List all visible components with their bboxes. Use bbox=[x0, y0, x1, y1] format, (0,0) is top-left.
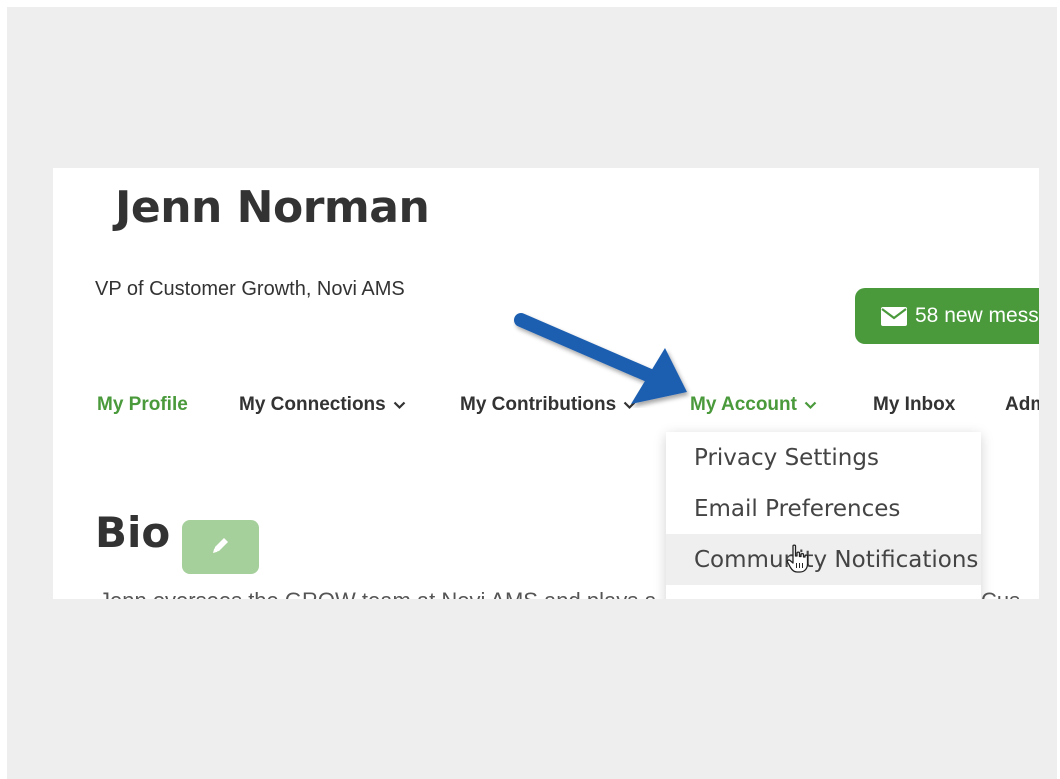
account-dropdown-menu: Privacy Settings Email Preferences Commu… bbox=[666, 432, 981, 599]
menu-item-privacy-settings[interactable]: Privacy Settings bbox=[666, 432, 981, 483]
slide-background: Jenn Norman VP of Customer Growth, Novi … bbox=[7, 7, 1057, 779]
profile-subtitle: VP of Customer Growth, Novi AMS bbox=[95, 278, 405, 300]
nav-my-inbox-label: My Inbox bbox=[873, 394, 956, 415]
nav-my-connections-label: My Connections bbox=[239, 394, 386, 415]
new-messages-button[interactable]: 58 new messages bbox=[855, 288, 1039, 344]
edit-bio-button[interactable] bbox=[182, 520, 259, 574]
chevron-down-icon bbox=[804, 401, 817, 410]
nav-my-profile-label: My Profile bbox=[97, 394, 188, 415]
annotation-arrow bbox=[514, 313, 687, 404]
nav-my-inbox[interactable]: My Inbox bbox=[873, 394, 955, 416]
profile-panel: Jenn Norman VP of Customer Growth, Novi … bbox=[53, 168, 1039, 599]
hand-pointer-icon bbox=[786, 544, 809, 573]
nav-my-connections[interactable]: My Connections bbox=[239, 394, 406, 416]
menu-item-community-notifications[interactable]: Community Notifications bbox=[666, 534, 981, 585]
bio-heading: Bio bbox=[95, 508, 171, 557]
menu-item-label: Privacy Settings bbox=[694, 444, 879, 471]
menu-item-email-preferences[interactable]: Email Preferences bbox=[666, 483, 981, 534]
bio-text: Jenn oversees the GROW team at Novi AMS … bbox=[99, 588, 657, 599]
nav-my-account[interactable]: My Account bbox=[690, 394, 817, 416]
nav-my-account-label: My Account bbox=[690, 394, 797, 415]
nav-my-profile[interactable]: My Profile bbox=[97, 394, 188, 416]
menu-item-hidden[interactable] bbox=[666, 585, 981, 599]
menu-item-label: Email Preferences bbox=[694, 495, 901, 522]
new-messages-label: 58 new messages bbox=[915, 304, 1039, 327]
nav-admin[interactable]: Admin bbox=[1005, 394, 1039, 416]
pencil-icon bbox=[210, 534, 232, 561]
profile-name: Jenn Norman bbox=[115, 182, 430, 233]
nav-admin-label: Admin bbox=[1005, 394, 1039, 415]
menu-item-label: Community Notifications bbox=[694, 546, 979, 573]
bio-text-continued: Cus bbox=[981, 588, 1020, 599]
envelope-icon bbox=[881, 306, 907, 326]
chevron-down-icon bbox=[393, 401, 406, 410]
